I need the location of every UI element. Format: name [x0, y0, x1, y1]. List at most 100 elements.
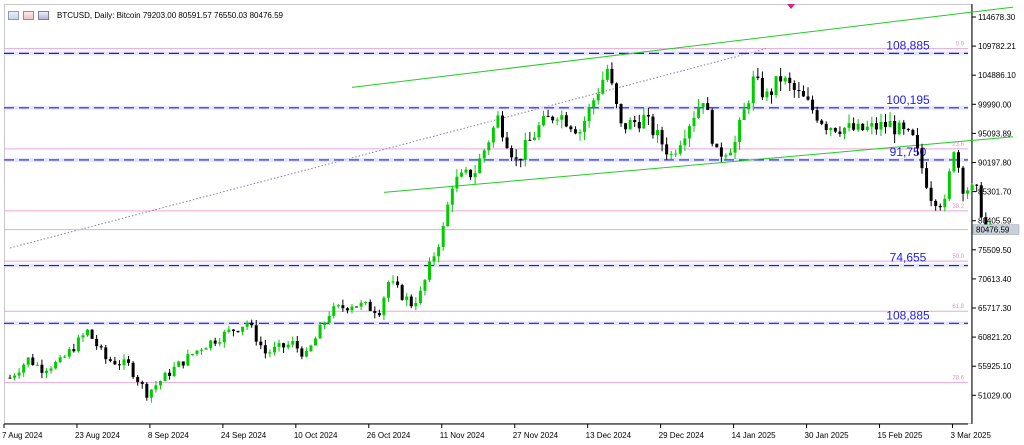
candle-body — [779, 76, 783, 82]
candle-body — [674, 153, 678, 155]
candle-body — [190, 354, 194, 356]
candle-body — [505, 137, 509, 149]
y-tick-label: 55925.10 — [978, 362, 1012, 371]
candle-body — [341, 305, 345, 309]
candle-body — [537, 125, 541, 138]
candle-body — [127, 359, 131, 363]
candle-body — [76, 337, 80, 352]
candle-body — [651, 116, 655, 136]
candle-body — [542, 116, 546, 126]
candle-body — [970, 184, 974, 191]
candle-body — [309, 345, 313, 351]
candle-body — [751, 76, 755, 104]
candle-body — [624, 123, 628, 130]
candle-body — [200, 349, 204, 351]
y-tick-label: 60821.20 — [978, 333, 1012, 342]
candle-body — [158, 381, 162, 386]
candle-body — [564, 115, 568, 127]
candle-body — [496, 115, 500, 128]
candle-body — [842, 127, 846, 134]
candle-body — [259, 341, 263, 346]
candle-body — [788, 77, 792, 84]
candle-body — [934, 200, 938, 206]
x-tick-label: 11 Nov 2024 — [440, 431, 485, 440]
current-price-label: 80476.59 — [976, 226, 1010, 235]
candle-body — [345, 308, 349, 311]
candle-body — [291, 341, 295, 345]
candle-body — [145, 383, 149, 398]
candle-body — [44, 370, 48, 373]
candle-body — [915, 134, 919, 149]
x-tick-label: 30 Jan 2025 — [805, 431, 850, 440]
y-tick-label: 85301.70 — [978, 188, 1012, 197]
candle-body — [17, 372, 21, 376]
x-tick-label: 7 Aug 2024 — [2, 431, 43, 440]
candle-body — [473, 173, 477, 178]
price-chart[interactable]: 114678.30109782.21104886.1099990.0095093… — [0, 0, 1024, 445]
candle-body — [63, 356, 67, 358]
shift-marker-icon[interactable] — [787, 4, 795, 9]
fib-level-label: 23.6 — [952, 142, 964, 148]
candle-body — [464, 169, 468, 173]
fib-level-label: 50.0 — [952, 254, 964, 260]
x-tick-label: 15 Feb 2025 — [878, 431, 923, 440]
candle-body — [108, 359, 112, 361]
candle-body — [22, 364, 26, 373]
candle-body — [364, 301, 368, 303]
candle-body — [204, 348, 208, 350]
candle-body — [327, 315, 331, 323]
candle-body — [195, 350, 199, 355]
fib-anchor-line — [9, 47, 768, 249]
candle-body — [231, 329, 235, 332]
candle-body — [687, 126, 691, 139]
candle-body — [715, 143, 719, 148]
candle-body — [888, 120, 892, 128]
candle-body — [801, 90, 805, 97]
candle-body — [847, 123, 851, 128]
candle-body — [833, 128, 837, 132]
candle-body — [314, 338, 318, 346]
candle-body — [487, 142, 491, 151]
candle-body — [277, 343, 281, 347]
fib-level-label: 38.2 — [952, 204, 964, 210]
candle-body — [874, 123, 878, 130]
candle-body — [263, 345, 267, 354]
chart-window[interactable]: BTCUSD, Daily: Bitcoin 79203.00 80591.57… — [0, 0, 1024, 445]
candle-body — [245, 322, 249, 327]
candle-body — [911, 129, 915, 135]
candle-body — [528, 139, 532, 141]
candle-body — [733, 141, 737, 153]
candle-body — [405, 296, 409, 300]
candle-body — [282, 343, 286, 348]
candle-body — [95, 338, 99, 347]
candle-body — [72, 349, 76, 352]
y-tick-label: 70613.40 — [978, 275, 1012, 284]
candle-body — [920, 148, 924, 169]
candle-body — [286, 344, 290, 348]
x-tick-label: 13 Dec 2024 — [586, 431, 632, 440]
candle-body — [929, 187, 933, 201]
level-label: 108,885 — [886, 38, 930, 52]
candle-body — [902, 122, 906, 129]
candle-body — [719, 147, 723, 157]
x-tick-label: 24 Sep 2024 — [221, 431, 267, 440]
candle-body — [765, 91, 769, 98]
candle-body — [678, 145, 682, 154]
candle-body — [592, 100, 596, 108]
candle-body — [660, 130, 664, 145]
x-tick-label: 23 Aug 2024 — [75, 431, 120, 440]
candle-body — [423, 279, 427, 291]
candle-body — [824, 123, 828, 131]
candle-body — [35, 364, 39, 366]
candle-body — [99, 346, 103, 348]
candle-body — [747, 103, 751, 110]
candle-body — [386, 282, 390, 298]
candle-body — [396, 281, 400, 286]
candle-body — [13, 375, 17, 378]
candle-body — [583, 121, 587, 133]
candle-body — [168, 372, 172, 376]
candle-body — [578, 132, 582, 134]
candle-body — [510, 148, 514, 158]
candle-body — [227, 329, 231, 332]
candle-body — [136, 376, 140, 382]
